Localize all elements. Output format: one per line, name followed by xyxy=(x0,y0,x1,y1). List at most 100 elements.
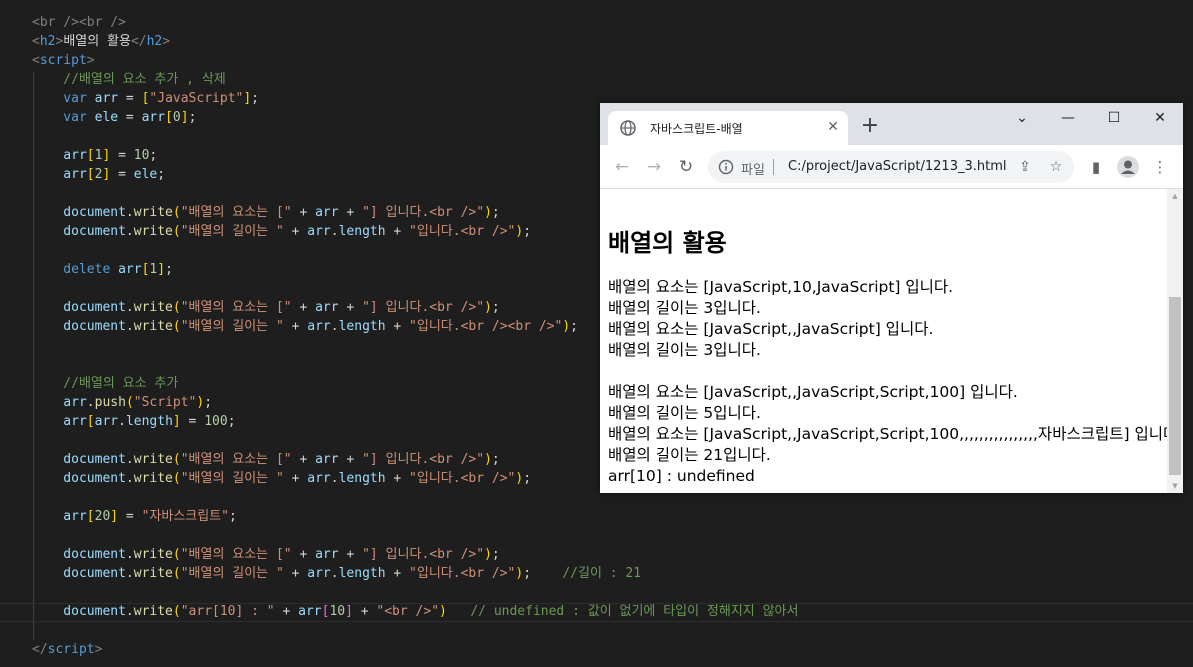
maximize-button[interactable]: ☐ xyxy=(1091,103,1137,133)
code-token: ; xyxy=(149,148,158,163)
output-line: 배열의 요소는 [JavaScript,10,JavaScript] 입니다. xyxy=(608,278,954,296)
code-token: arr xyxy=(298,604,322,619)
menu-icon[interactable]: ⋮ xyxy=(1148,155,1172,179)
code-token: [ xyxy=(86,414,95,429)
forward-button[interactable]: → xyxy=(640,153,668,181)
code-token: var xyxy=(32,91,95,106)
code-token: ( xyxy=(172,205,181,220)
code-token: ; xyxy=(188,110,197,125)
code-token: . xyxy=(330,566,339,581)
close-tab-icon[interactable]: ✕ xyxy=(824,118,842,136)
back-button[interactable]: ← xyxy=(608,153,636,181)
code-token: 10 xyxy=(133,148,150,163)
address-bar[interactable]: 파일 C:/project/JavaScript/1213_3.html ⇪ ☆ xyxy=(708,151,1074,183)
code-token: . xyxy=(125,604,134,619)
code-token: "] 입니다.<br />" xyxy=(362,547,485,562)
page-viewport[interactable]: 배열의 활용 배열의 요소는 [JavaScript,10,JavaScript… xyxy=(600,189,1167,493)
code-token: delete xyxy=(32,262,119,277)
bookmark-star-icon[interactable]: ☆ xyxy=(1046,157,1066,177)
code-token: [ xyxy=(86,148,95,163)
code-token: </ xyxy=(130,34,147,49)
browser-toolbar: ← → ↻ 파일 C:/project/JavaScript/1213_3.ht… xyxy=(600,145,1183,189)
code-token: script xyxy=(39,53,87,68)
code-line: //배열의 요소 추가 xyxy=(32,374,178,393)
code-token: ( xyxy=(172,319,181,334)
scrollbar-thumb[interactable] xyxy=(1169,297,1181,475)
code-token: "] 입니다.<br />" xyxy=(362,205,485,220)
code-line: document.write("arr[10] : " + arr[10] + … xyxy=(32,602,798,621)
code-token: + xyxy=(338,547,363,562)
code-token: write xyxy=(133,224,173,239)
code-token: "배열의 요소는 [" xyxy=(180,547,292,562)
code-token: > xyxy=(94,642,103,657)
code-line: document.write("배열의 요소는 [" + arr + "] 입니… xyxy=(32,203,499,222)
code-token: arr xyxy=(141,110,166,125)
code-token: <br /> xyxy=(78,15,126,30)
code-token: // undefined : 값이 없기에 타입이 정해지지 않아서 xyxy=(446,604,799,619)
url-text[interactable]: C:/project/JavaScript/1213_3.html xyxy=(788,159,1006,174)
code-token: ( xyxy=(172,566,181,581)
code-token: . xyxy=(125,205,134,220)
code-token: "배열의 길이는 " xyxy=(180,319,284,334)
code-token: 100 xyxy=(204,414,228,429)
code-token: ] xyxy=(172,414,181,429)
code-line: //배열의 요소 추가 , 삭제 xyxy=(32,70,225,89)
code-token: + xyxy=(385,224,410,239)
code-token: . xyxy=(125,319,134,334)
code-token: ) xyxy=(484,452,492,467)
code-token: document xyxy=(32,471,126,486)
code-line: document.write("배열의 길이는 " + arr.length +… xyxy=(32,222,531,241)
minimize-button[interactable]: — xyxy=(1045,103,1091,133)
code-token: document xyxy=(32,205,126,220)
output-line: 배열의 요소는 [JavaScript,,JavaScript,Script,1… xyxy=(608,425,1167,443)
code-token: [ xyxy=(165,110,173,125)
scroll-up-arrow-icon[interactable]: ▲ xyxy=(1167,189,1183,203)
code-token: 20 xyxy=(94,509,111,524)
code-token: + xyxy=(338,300,363,315)
tab-active[interactable]: 자바스크립트-배열 ✕ xyxy=(608,111,848,145)
code-token: "] 입니다.<br />" xyxy=(362,452,485,467)
reload-button[interactable]: ↻ xyxy=(672,153,700,181)
code-token: document xyxy=(32,319,126,334)
vertical-scrollbar[interactable]: ▲ ▼ xyxy=(1167,189,1183,493)
new-tab-button[interactable]: + xyxy=(858,115,882,139)
code-token: + xyxy=(385,566,410,581)
code-token: ; xyxy=(165,262,173,277)
code-token: + xyxy=(291,547,316,562)
share-icon[interactable]: ⇪ xyxy=(1015,157,1035,177)
code-token: h2 xyxy=(146,34,163,49)
code-line: document.write("배열의 길이는 " + arr.length +… xyxy=(32,469,531,488)
code-token: + xyxy=(274,604,299,619)
code-token: arr xyxy=(32,395,87,410)
code-token: . xyxy=(125,452,134,467)
globe-icon xyxy=(620,120,636,136)
output-line: 배열의 요소는 [JavaScript,,JavaScript] 입니다. xyxy=(608,320,934,338)
code-token: + xyxy=(283,566,308,581)
code-token: < xyxy=(32,34,40,49)
code-token: [ xyxy=(86,509,95,524)
code-token: arr xyxy=(32,509,87,524)
close-window-button[interactable]: ✕ xyxy=(1137,103,1183,133)
code-token: + xyxy=(385,319,410,334)
code-token: + xyxy=(338,205,363,220)
code-token: ele xyxy=(133,167,158,182)
code-line: arr[arr.length] = 100; xyxy=(32,412,235,431)
tab-search-icon[interactable]: ⌄ xyxy=(999,103,1045,133)
scroll-down-arrow-icon[interactable]: ▼ xyxy=(1167,479,1183,493)
side-panel-icon[interactable]: ▮ xyxy=(1084,155,1108,179)
code-token: + xyxy=(352,604,377,619)
code-token: ele xyxy=(94,110,119,125)
info-icon[interactable] xyxy=(718,159,734,175)
code-token: write xyxy=(133,471,173,486)
code-token: ] xyxy=(345,604,353,619)
code-token: ) xyxy=(484,547,492,562)
code-token: arr xyxy=(94,414,119,429)
code-token: "JavaScript" xyxy=(149,91,244,106)
code-token: ( xyxy=(125,395,134,410)
code-token: ; xyxy=(523,224,532,239)
output-line: 배열의 요소는 [JavaScript,,JavaScript,Script,1… xyxy=(608,383,1018,401)
code-token: document xyxy=(32,604,126,619)
browser-window[interactable]: 자바스크립트-배열 ✕ + ⌄ — ☐ ✕ ← → ↻ 파일 C:/projec… xyxy=(600,103,1183,493)
code-token: <br /> xyxy=(32,15,79,30)
profile-avatar-icon[interactable] xyxy=(1116,155,1140,179)
